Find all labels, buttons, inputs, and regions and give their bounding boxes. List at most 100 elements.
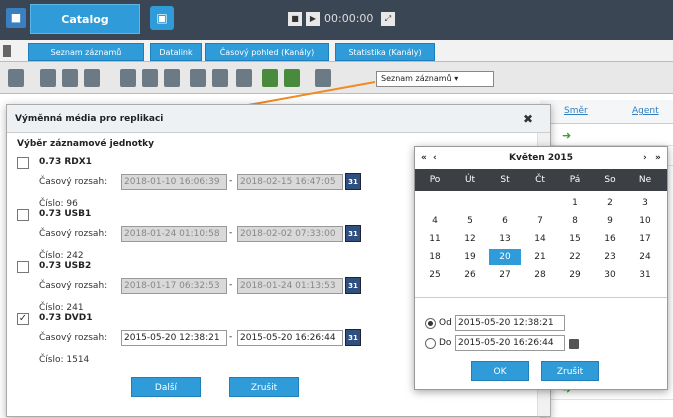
to-date-field[interactable]: 2015-05-20 16:26:44 <box>237 330 343 346</box>
calendar-popup: Květen 2015 « ‹ › » Po Út St Čt Pá So Ne… <box>414 146 668 390</box>
calendar-day[interactable]: 28 <box>524 267 556 283</box>
table-row[interactable]: ➜ <box>540 126 673 146</box>
ok-button[interactable]: OK <box>471 361 529 381</box>
lock-icon[interactable] <box>569 339 579 349</box>
calendar-day[interactable]: 10 <box>629 213 661 229</box>
calendar-day[interactable]: 26 <box>454 267 486 283</box>
from-label: Od <box>439 318 452 328</box>
unit-name: 0.73 USB1 <box>39 209 92 219</box>
calendar-icon[interactable]: 31 <box>345 329 361 346</box>
prev-year-icon[interactable]: « <box>421 147 427 169</box>
to-date-field: 2018-01-24 01:13:53 <box>237 278 343 294</box>
weekday: St <box>500 175 510 185</box>
sidebar-toggle-icon[interactable] <box>3 45 11 57</box>
close-icon[interactable]: ✖ <box>523 113 535 125</box>
monitor-icon[interactable]: ▣ <box>150 6 174 30</box>
weekday: Pá <box>569 175 581 185</box>
next-year-icon[interactable]: » <box>655 147 661 169</box>
range-dash: - <box>229 280 233 290</box>
calendar-day[interactable]: 22 <box>559 249 591 265</box>
direction-icon: ➜ <box>562 129 572 142</box>
range-label: Časový rozsah: <box>39 333 108 343</box>
from-datetime-field[interactable]: 2015-05-20 12:38:21 <box>455 315 565 331</box>
calendar-day[interactable]: 3 <box>629 195 661 211</box>
calendar-day[interactable]: 14 <box>524 231 556 247</box>
tool-icon[interactable] <box>40 69 56 87</box>
tool-icon[interactable] <box>120 69 136 87</box>
unit-name: 0.73 DVD1 <box>39 313 93 323</box>
weekday-header: Po Út St Čt Pá So Ne <box>415 169 667 191</box>
mail-icon[interactable] <box>142 69 158 87</box>
calendar-day[interactable]: 15 <box>559 231 591 247</box>
tab-datalink[interactable]: Datalink <box>150 43 202 61</box>
calendar-day[interactable]: 31 <box>629 267 661 283</box>
calendar-day[interactable]: 6 <box>489 213 521 229</box>
calendar-day[interactable]: 5 <box>454 213 486 229</box>
calendar-day[interactable]: 29 <box>559 267 591 283</box>
prev-month-icon[interactable]: ‹ <box>433 147 437 169</box>
unit-count: Číslo: 241 <box>39 303 84 313</box>
calendar-day[interactable]: 2 <box>594 195 626 211</box>
calendar-day[interactable]: 7 <box>524 213 556 229</box>
range-dash: - <box>229 228 233 238</box>
col-agent[interactable]: Agent <box>632 106 659 116</box>
calendar-day-selected[interactable]: 20 <box>489 249 521 265</box>
calendar-day[interactable]: 9 <box>594 213 626 229</box>
calendar-day[interactable]: 17 <box>629 231 661 247</box>
from-date-field[interactable]: 2015-05-20 12:38:21 <box>121 330 227 346</box>
calendar-day[interactable]: 30 <box>594 267 626 283</box>
to-datetime-field[interactable]: 2015-05-20 16:26:44 <box>455 335 565 351</box>
calendar-day[interactable]: 18 <box>419 249 451 265</box>
calendar-day[interactable]: 4 <box>419 213 451 229</box>
calendar-day[interactable]: 23 <box>594 249 626 265</box>
calendar-icon[interactable]: 31 <box>345 173 361 190</box>
calendar-icon[interactable]: 31 <box>345 277 361 294</box>
section-heading: Výběr záznamové jednotky <box>17 139 155 149</box>
unit-checkbox[interactable] <box>17 209 29 221</box>
playback-time: 00:00:00 <box>324 12 374 25</box>
range-label: Časový rozsah: <box>39 229 108 239</box>
from-date-field: 2018-01-10 16:06:39 <box>121 174 227 190</box>
calendar-day[interactable]: 24 <box>629 249 661 265</box>
calendar-day[interactable]: 21 <box>524 249 556 265</box>
calendar-day[interactable]: 1 <box>559 195 591 211</box>
tab-seznam-zaznamu[interactable]: Seznam záznamů <box>28 43 144 61</box>
view-select[interactable]: Seznam záznamů ▾ <box>376 71 494 87</box>
weekday: So <box>604 175 616 185</box>
calendar-cancel-button[interactable]: Zrušit <box>541 361 599 381</box>
calendar-icon[interactable]: 31 <box>345 225 361 242</box>
tool-icon[interactable] <box>84 69 100 87</box>
calendar-day[interactable]: 11 <box>419 231 451 247</box>
unit-checkbox[interactable] <box>17 157 29 169</box>
unit-checkbox[interactable]: ✓ <box>17 313 29 325</box>
tab-statistika[interactable]: Statistika (Kanály) <box>335 43 435 61</box>
catalog-tab[interactable]: Catalog <box>30 4 140 34</box>
next-button[interactable]: Další <box>131 377 201 397</box>
play-icon[interactable]: ▶ <box>306 12 320 26</box>
unit-checkbox[interactable] <box>17 261 29 273</box>
calendar-day[interactable]: 13 <box>489 231 521 247</box>
col-smer[interactable]: Směr <box>564 106 588 116</box>
from-date-field: 2018-01-17 06:32:53 <box>121 278 227 294</box>
calendar-day[interactable]: 8 <box>559 213 591 229</box>
cancel-button[interactable]: Zrušit <box>229 377 299 397</box>
unit-dvd1: ✓ 0.73 DVD1 Časový rozsah: 2015-05-20 12… <box>17 313 397 383</box>
calendar-day[interactable]: 25 <box>419 267 451 283</box>
from-radio[interactable] <box>425 318 436 329</box>
next-month-icon[interactable]: › <box>643 147 647 169</box>
expand-icon[interactable]: ⤢ <box>380 12 395 26</box>
tab-casovy-pohled[interactable]: Časový pohled (Kanály) <box>205 43 329 61</box>
app-logo-icon: ■ <box>6 8 26 28</box>
from-date-field: 2018-01-24 01:10:58 <box>121 226 227 242</box>
export-icon[interactable] <box>8 69 24 87</box>
range-dash: - <box>229 176 233 186</box>
player-controls: ■ ▶ 00:00:00 ⤢ <box>288 9 428 29</box>
calendar-day[interactable]: 16 <box>594 231 626 247</box>
calendar-day[interactable]: 12 <box>454 231 486 247</box>
divider <box>415 297 667 298</box>
calendar-day[interactable]: 27 <box>489 267 521 283</box>
calendar-day[interactable]: 19 <box>454 249 486 265</box>
to-radio[interactable] <box>425 338 436 349</box>
stop-icon[interactable]: ■ <box>288 12 302 26</box>
tool-icon[interactable] <box>62 69 78 87</box>
